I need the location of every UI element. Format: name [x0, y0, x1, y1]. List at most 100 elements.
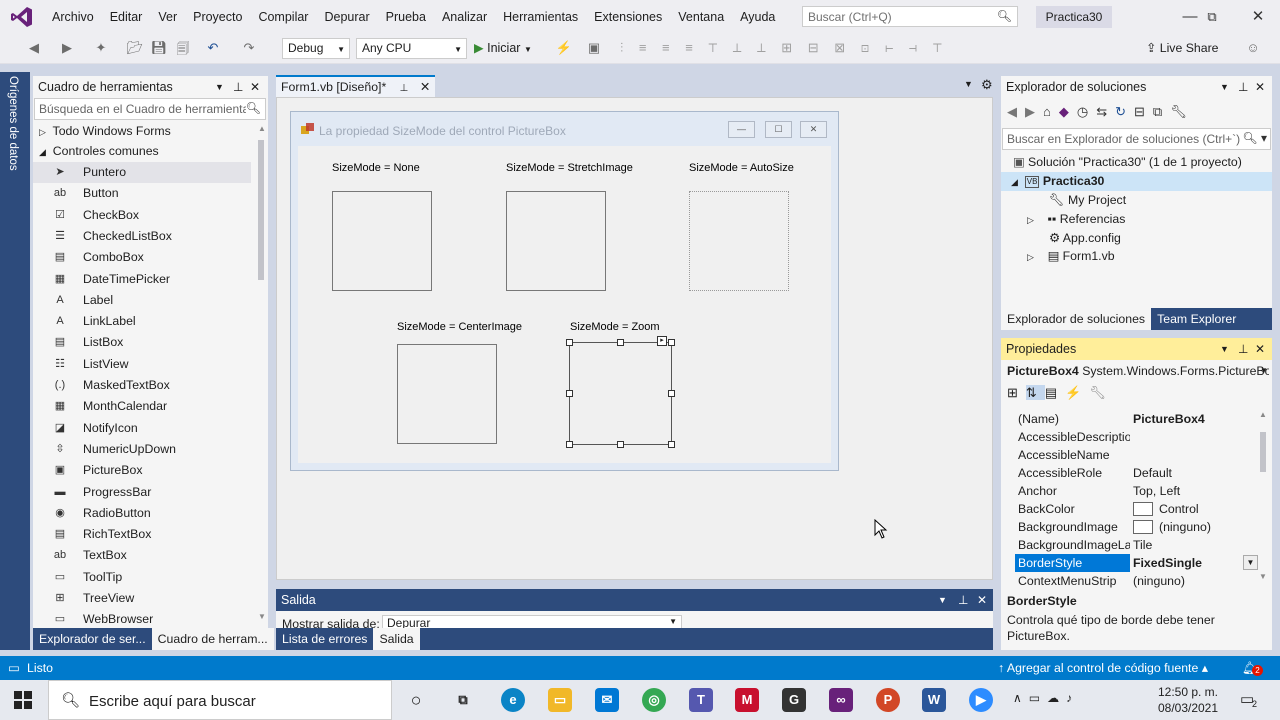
picturebox-4-selected[interactable]	[569, 342, 672, 445]
dropdown-icon[interactable]: ▼	[938, 589, 947, 611]
picturebox-5[interactable]	[397, 344, 497, 444]
property-value[interactable]: Control	[1133, 500, 1255, 518]
toolbox-item-treeview[interactable]: ⊞ TreeView	[33, 588, 251, 609]
back-icon[interactable]: ◀	[1007, 104, 1025, 119]
back-icon[interactable]: ◀	[25, 40, 43, 56]
home-icon[interactable]: ⌂	[1043, 104, 1059, 119]
pin-icon[interactable]: ⊥	[958, 589, 968, 611]
property-row-contextmenustrip[interactable]: ContextMenuStrip (ninguno)	[1013, 572, 1258, 590]
redo-icon[interactable]: ↷	[240, 40, 258, 56]
data-sources-strip[interactable]: Orígenes de datos	[0, 72, 30, 650]
property-pages-icon[interactable]: 🔧︎	[1089, 385, 1114, 400]
label-sizemode-stretch[interactable]: SizeMode = StretchImage	[506, 162, 633, 174]
menu-item-archivo[interactable]: Archivo	[44, 0, 102, 34]
open-icon[interactable]: 📂︎	[126, 40, 144, 56]
mcafee-icon[interactable]: M	[735, 688, 759, 712]
windows-start-icon[interactable]	[14, 691, 32, 709]
label-sizemode-zoom[interactable]: SizeMode = Zoom	[570, 321, 660, 333]
property-value[interactable]: Tile	[1133, 536, 1255, 554]
toolbox-item-tooltip[interactable]: ▭ ToolTip	[33, 567, 251, 588]
property-row-backgroundimage[interactable]: BackgroundImage (ninguno)	[1013, 518, 1258, 536]
toolbox-item-combobox[interactable]: ▤ ComboBox	[33, 247, 251, 268]
clock[interactable]: 12:50 p. m. 08/03/2021	[1150, 684, 1226, 716]
toolbox-item-maskedtextbox[interactable]: (.) MaskedTextBox	[33, 375, 251, 396]
close-panel-icon[interactable]: ✕	[1255, 338, 1265, 360]
tree-item-references[interactable]: ▷ ▪︎▪︎ Referencias	[1027, 210, 1125, 229]
property-row-backcolor[interactable]: BackColor Control	[1013, 500, 1258, 518]
toolbox-search-input[interactable]: Búsqueda en el Cuadro de herramientas 🔍︎	[34, 98, 266, 120]
label-sizemode-none[interactable]: SizeMode = None	[332, 162, 420, 174]
tab-list-icon[interactable]: ▼	[964, 79, 973, 89]
tree-item-app-config[interactable]: ⚙ App.config	[1049, 229, 1121, 248]
toolbox-item-listview[interactable]: ☷ ListView	[33, 354, 251, 375]
toolbox-item-linklabel[interactable]: A LinkLabel	[33, 311, 251, 332]
tab-solution-explorer[interactable]: Explorador de soluciones	[1001, 308, 1152, 330]
undo-icon[interactable]: ↶	[204, 40, 222, 56]
toolbox-item-monthcalendar[interactable]: ▦ MonthCalendar	[33, 396, 251, 417]
resize-handle[interactable]	[617, 339, 624, 346]
menu-item-depurar[interactable]: Depurar	[316, 0, 377, 34]
cortana-icon[interactable]: ○	[404, 688, 428, 712]
zoom-icon[interactable]: ▶	[969, 688, 993, 712]
property-row-accessiblerole[interactable]: AccessibleRole Default	[1013, 464, 1258, 482]
forward-icon[interactable]: ▶	[1025, 104, 1043, 119]
task-view-icon[interactable]: ⧉	[451, 688, 475, 712]
object-selector[interactable]: PictureBox4 System.Windows.Forms.Picture…	[1007, 364, 1269, 378]
tab-toolbox[interactable]: Cuadro de herram...	[151, 628, 274, 650]
menu-item-extensiones[interactable]: Extensiones	[586, 0, 670, 34]
toolbox-item-numericupdown[interactable]: ⇳ NumericUpDown	[33, 439, 251, 460]
start-button[interactable]: ▶ Iniciar ▼	[474, 40, 532, 55]
tree-item-form1[interactable]: ▷ ▤ Form1.vb	[1027, 247, 1115, 266]
picturebox-2[interactable]	[506, 191, 606, 291]
pin-icon[interactable]: ⊥	[1238, 76, 1248, 98]
pin-icon[interactable]: ⊥	[400, 83, 409, 94]
new-project-icon[interactable]: ✦	[92, 40, 110, 56]
project-node[interactable]: ◢ VB Practica30	[1001, 172, 1272, 191]
live-share-button[interactable]: ⇪ Live Share	[1146, 41, 1219, 55]
toolbox-scrollbar[interactable]: ▲ ▼	[256, 124, 266, 624]
resize-handle[interactable]	[566, 441, 573, 448]
save-icon[interactable]: 💾︎	[150, 40, 168, 56]
close-icon[interactable]: ✕	[1236, 0, 1280, 34]
properties-icon[interactable]: 🔧︎	[1170, 104, 1195, 119]
menu-item-ver[interactable]: Ver	[150, 0, 185, 34]
source-control-button[interactable]: ↑ Agregar al control de código fuente ▴	[998, 656, 1208, 680]
tab-error-list[interactable]: Lista de errores	[276, 628, 373, 650]
visual-studio-taskbar-icon[interactable]: ∞	[829, 688, 853, 712]
resize-handle[interactable]	[668, 390, 675, 397]
forward-icon[interactable]: ▶	[58, 40, 76, 56]
form-minimize-icon[interactable]: —	[728, 121, 755, 138]
toolbox-item-datetimepicker[interactable]: ▦ DateTimePicker	[33, 269, 251, 290]
property-row-accessiblename[interactable]: AccessibleName	[1013, 446, 1258, 464]
collapse-all-icon[interactable]: ⊟	[1134, 104, 1153, 119]
sync-icon[interactable]: ⇆	[1096, 104, 1115, 119]
resize-handle[interactable]	[566, 390, 573, 397]
property-value[interactable]: (ninguno)	[1133, 572, 1255, 590]
close-tab-icon[interactable]: ✕	[420, 80, 430, 94]
property-value[interactable]: Default	[1133, 464, 1255, 482]
close-panel-icon[interactable]: ✕	[977, 589, 987, 611]
layout-tools-icon[interactable]: ⫶ ≡ ≡ ≡ ⊤ ⊥ ⊥ ⊞ ⊟ ⊠ ⊡ ⊢ ⊣ ⊤	[620, 40, 980, 56]
alphabetical-icon[interactable]: ⇅	[1025, 385, 1045, 400]
solution-root[interactable]: ▣ Solución "Practica30" (1 de 1 proyecto…	[1013, 153, 1242, 172]
save-all-icon[interactable]: 🗐	[174, 40, 192, 62]
menu-item-ventana[interactable]: Ventana	[670, 0, 732, 34]
resize-handle[interactable]	[668, 339, 675, 346]
property-value[interactable]: PictureBox4	[1133, 410, 1255, 428]
history-icon[interactable]: ◷	[1077, 104, 1096, 119]
toolbox-item-radiobutton[interactable]: ◉ RadioButton	[33, 503, 251, 524]
resize-handle[interactable]	[668, 441, 675, 448]
form-maximize-icon[interactable]: ☐	[765, 121, 792, 138]
form-close-icon[interactable]: ✕	[800, 121, 827, 138]
object-selector-arrow-icon[interactable]: ▼	[1260, 366, 1268, 375]
properties-scrollbar[interactable]: ▲ ▼	[1258, 410, 1268, 585]
label-sizemode-autosize[interactable]: SizeMode = AutoSize	[689, 162, 794, 174]
pin-icon[interactable]: ⊥	[233, 76, 243, 98]
property-row-name[interactable]: (Name) PictureBox4	[1013, 410, 1258, 428]
toolbox-item-richtextbox[interactable]: ▤ RichTextBox	[33, 524, 251, 545]
output-source-select[interactable]: Depurar ▼	[382, 615, 682, 629]
menu-item-editar[interactable]: Editar	[102, 0, 151, 34]
dropdown-icon[interactable]: ▼	[215, 76, 224, 98]
feedback-icon[interactable]: ☺	[1244, 40, 1262, 55]
property-row-accessibledescription[interactable]: AccessibleDescription	[1013, 428, 1258, 446]
